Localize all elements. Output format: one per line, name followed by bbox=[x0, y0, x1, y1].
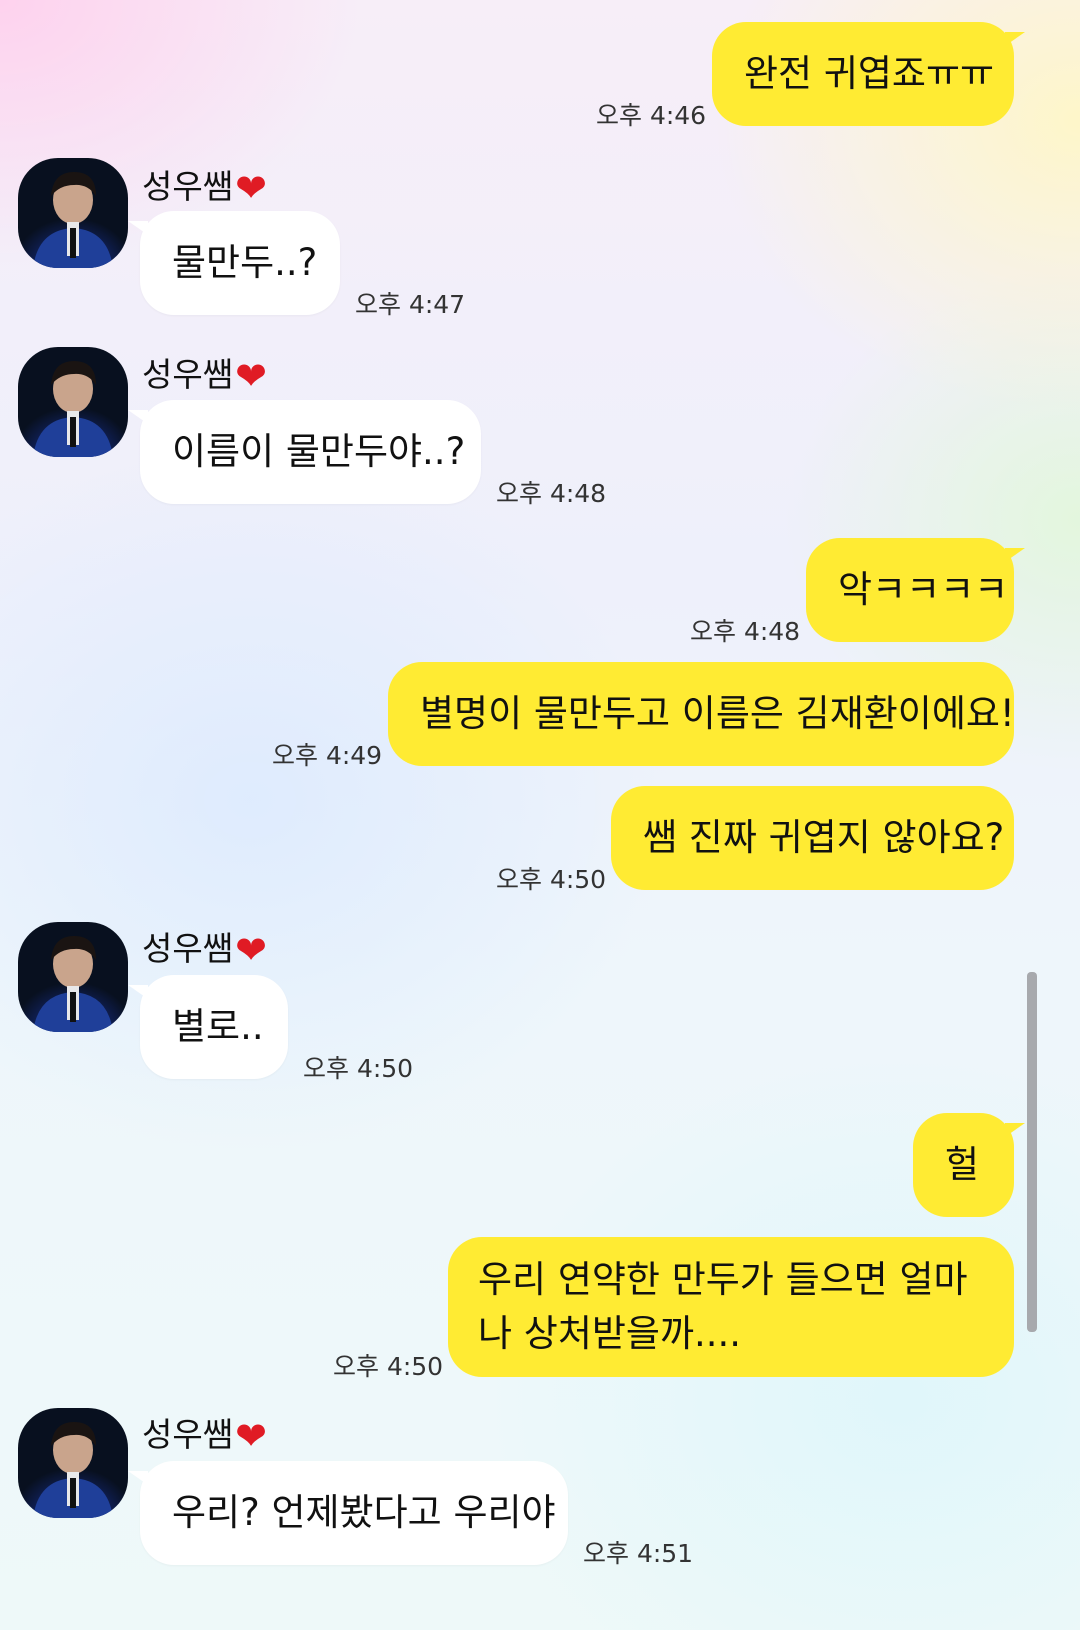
bubble-tail bbox=[128, 410, 148, 424]
message-time: 오후 4:50 bbox=[496, 865, 607, 894]
message-time: 오후 4:50 bbox=[333, 1352, 444, 1381]
message-bubble[interactable]: 우리? 언제봤다고 우리야 bbox=[140, 1461, 568, 1565]
message-bubble[interactable]: 이름이 물만두야..? bbox=[140, 400, 481, 504]
message-bubble[interactable]: 별로.. bbox=[140, 975, 288, 1079]
avatar[interactable] bbox=[18, 922, 128, 1032]
message-bubble[interactable]: 헐 bbox=[913, 1113, 1014, 1217]
avatar[interactable] bbox=[18, 158, 128, 268]
avatar[interactable] bbox=[18, 347, 128, 457]
message-bubble[interactable]: 쌤 진짜 귀엽지 않아요? bbox=[611, 786, 1014, 890]
bubble-tail bbox=[1005, 548, 1025, 562]
sender-name: 성우쌤❤ bbox=[142, 354, 267, 398]
sender-name: 성우쌤❤ bbox=[142, 166, 267, 210]
bubble-tail bbox=[1005, 32, 1025, 46]
message-time: 오후 4:47 bbox=[355, 290, 466, 319]
scrollbar[interactable] bbox=[1027, 972, 1037, 1332]
message-bubble[interactable]: 물만두..? bbox=[140, 211, 340, 315]
heart-icon: ❤ bbox=[235, 928, 267, 972]
message-time: 오후 4:48 bbox=[690, 617, 801, 646]
heart-icon: ❤ bbox=[235, 354, 267, 398]
avatar[interactable] bbox=[18, 1408, 128, 1518]
message-bubble[interactable]: 별명이 물만두고 이름은 김재환이에요! bbox=[388, 662, 1015, 766]
sender-name: 성우쌤❤ bbox=[142, 928, 267, 972]
message-bubble[interactable]: 우리 연약한 만두가 들으면 얼마나 상처받을까.... bbox=[448, 1237, 1014, 1377]
bubble-tail bbox=[1005, 1123, 1025, 1137]
message-time: 오후 4:48 bbox=[496, 479, 607, 508]
message-time: 오후 4:46 bbox=[596, 101, 707, 130]
message-time: 오후 4:49 bbox=[272, 741, 383, 770]
sender-name: 성우쌤❤ bbox=[142, 1414, 267, 1458]
bubble-tail bbox=[128, 985, 148, 999]
message-time: 오후 4:50 bbox=[303, 1054, 414, 1083]
message-bubble[interactable]: 완전 귀엽죠ㅠㅠ bbox=[712, 22, 1014, 126]
heart-icon: ❤ bbox=[235, 166, 267, 210]
heart-icon: ❤ bbox=[235, 1414, 267, 1458]
message-time: 오후 4:51 bbox=[583, 1539, 694, 1568]
bubble-tail bbox=[128, 221, 148, 235]
bubble-tail bbox=[128, 1471, 148, 1485]
message-bubble[interactable]: 악ㅋㅋㅋㅋ bbox=[806, 538, 1014, 642]
